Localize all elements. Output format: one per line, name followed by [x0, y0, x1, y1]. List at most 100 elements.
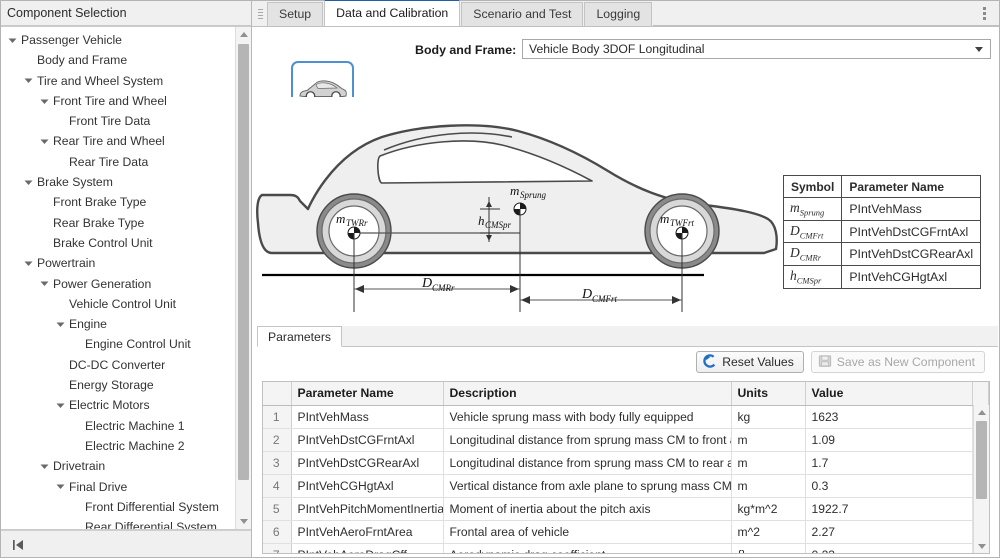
- tree-item-label: Rear Differential System: [83, 517, 217, 529]
- symbol-parameter-name-cell: PIntVehDstCGRearAxl: [842, 243, 981, 266]
- scroll-up-arrow-icon[interactable]: [236, 27, 251, 42]
- symbol-cell: DCMRr: [784, 243, 842, 266]
- column-header-value[interactable]: Value: [805, 382, 973, 405]
- column-header-units[interactable]: Units: [731, 382, 805, 405]
- column-header-description[interactable]: Description: [443, 382, 731, 405]
- tree-item-passenger-vehicle[interactable]: Passenger Vehicle: [0, 30, 235, 50]
- units-cell: m^2: [731, 520, 805, 543]
- chevron-down-icon[interactable]: [54, 482, 67, 491]
- tree-item-rear-brake-type[interactable]: Rear Brake Type: [0, 213, 235, 233]
- chevron-down-icon[interactable]: [22, 259, 35, 268]
- tree-item-final-drive[interactable]: Final Drive: [0, 477, 235, 497]
- tree-item-label: DC-DC Converter: [67, 355, 165, 375]
- table-row[interactable]: 1PIntVehMassVehicle sprung mass with bod…: [263, 405, 989, 428]
- component-selection-panel: Component Selection Passenger VehicleBod…: [0, 0, 252, 558]
- tree-item-electric-motors[interactable]: Electric Motors: [0, 395, 235, 415]
- grid-scroll-up-arrow-icon[interactable]: [974, 405, 989, 419]
- chevron-down-icon[interactable]: [54, 401, 67, 410]
- value-cell[interactable]: 1623: [805, 405, 973, 428]
- units-cell: kg*m^2: [731, 497, 805, 520]
- table-row[interactable]: 6PIntVehAeroFrntAreaFrontal area of vehi…: [263, 520, 989, 543]
- column-header-rownum[interactable]: [263, 382, 291, 405]
- scroll-down-arrow-icon[interactable]: [236, 514, 251, 529]
- tree-item-power-generation[interactable]: Power Generation: [0, 274, 235, 294]
- tree-vertical-scrollbar[interactable]: [235, 27, 251, 529]
- tree-item-label: Front Tire and Wheel: [51, 91, 167, 111]
- tree-scroll-thumb[interactable]: [238, 44, 249, 480]
- diagram-area: m Sprung m TWRr m TWFrt h CMSpr D CMRr D…: [252, 97, 1000, 319]
- parameters-grid-scrollbar[interactable]: [973, 405, 989, 553]
- grid-scroll-thumb[interactable]: [976, 421, 987, 499]
- table-row[interactable]: 5PIntVehPitchMomentInertiaMoment of iner…: [263, 497, 989, 520]
- save-as-new-component-button[interactable]: Save as New Component: [811, 351, 985, 373]
- tree-item-powertrain[interactable]: Powertrain: [0, 253, 235, 273]
- tree-item-front-tire-and-wheel[interactable]: Front Tire and Wheel: [0, 91, 235, 111]
- chevron-down-icon[interactable]: [38, 462, 51, 471]
- chevron-down-icon[interactable]: [38, 279, 51, 288]
- tab-data-and-calibration[interactable]: Data and Calibration: [324, 0, 460, 26]
- tree-item-brake-control-unit[interactable]: Brake Control Unit: [0, 233, 235, 253]
- reset-values-button[interactable]: Reset Values: [696, 351, 804, 373]
- tabbar-grip-icon[interactable]: [256, 4, 265, 24]
- tree-item-label: Power Generation: [51, 274, 151, 294]
- tree-item-label: Rear Tire Data: [67, 152, 148, 172]
- tree-item-front-brake-type[interactable]: Front Brake Type: [0, 192, 235, 212]
- row-number-cell: 6: [263, 520, 291, 543]
- grid-scroll-down-arrow-icon[interactable]: [974, 539, 989, 553]
- chevron-down-icon[interactable]: [38, 97, 51, 106]
- symbol-base: m: [790, 200, 800, 215]
- parameter-name-cell: PIntVehAeroFrntArea: [291, 520, 443, 543]
- tab-setup[interactable]: Setup: [267, 2, 323, 26]
- chevron-down-icon[interactable]: [38, 137, 51, 146]
- tree-item-front-tire-data[interactable]: Front Tire Data: [0, 111, 235, 131]
- chevron-down-icon[interactable]: [22, 76, 35, 85]
- value-cell[interactable]: 0.23: [805, 543, 973, 554]
- row-number-cell: 2: [263, 428, 291, 451]
- body-frame-select[interactable]: Vehicle Body 3DOF Longitudinal: [522, 39, 991, 59]
- svg-text:m: m: [660, 211, 669, 226]
- table-row[interactable]: 3PIntVehDstCGRearAxlLongitudinal distanc…: [263, 451, 989, 474]
- chevron-down-icon[interactable]: [6, 36, 19, 45]
- description-cell: Aerodynamic drag coefficient: [443, 543, 731, 554]
- tab-parameters[interactable]: Parameters: [257, 326, 342, 347]
- more-options-icon[interactable]: [977, 4, 991, 22]
- tree-item-electric-machine-2[interactable]: Electric Machine 2: [0, 436, 235, 456]
- tab-scenario-and-test[interactable]: Scenario and Test: [461, 2, 583, 26]
- value-cell[interactable]: 0.3: [805, 474, 973, 497]
- vehicle-free-body-diagram: m Sprung m TWRr m TWFrt h CMSpr D CMRr D…: [252, 97, 792, 319]
- tree-item-label: Tire and Wheel System: [35, 71, 163, 91]
- value-cell[interactable]: 1922.7: [805, 497, 973, 520]
- tree-item-electric-machine-1[interactable]: Electric Machine 1: [0, 416, 235, 436]
- chevron-down-icon[interactable]: [54, 320, 67, 329]
- table-row[interactable]: 2PIntVehDstCGFrntAxlLongitudinal distanc…: [263, 428, 989, 451]
- value-cell[interactable]: 2.27: [805, 520, 973, 543]
- tree-item-rear-differential-system[interactable]: Rear Differential System: [0, 517, 235, 529]
- tree-item-engine-control-unit[interactable]: Engine Control Unit: [0, 334, 235, 354]
- tree-item-engine[interactable]: Engine: [0, 314, 235, 334]
- tree-item-tire-and-wheel-system[interactable]: Tire and Wheel System: [0, 71, 235, 91]
- tree-item-body-and-frame[interactable]: Body and Frame: [0, 50, 235, 70]
- value-cell[interactable]: 1.7: [805, 451, 973, 474]
- table-row[interactable]: 4PIntVehCGHgtAxlVertical distance from a…: [263, 474, 989, 497]
- tree-item-brake-system[interactable]: Brake System: [0, 172, 235, 192]
- tree-item-front-differential-system[interactable]: Front Differential System: [0, 497, 235, 517]
- chevron-down-icon[interactable]: [22, 178, 35, 187]
- units-cell: kg: [731, 405, 805, 428]
- table-row[interactable]: 7PIntVehAeroDragCffAerodynamic drag coef…: [263, 543, 989, 554]
- tree-item-vehicle-control-unit[interactable]: Vehicle Control Unit: [0, 294, 235, 314]
- tree-item-energy-storage[interactable]: Energy Storage: [0, 375, 235, 395]
- column-header-parameter-name[interactable]: Parameter Name: [291, 382, 443, 405]
- tree-item-rear-tire-data[interactable]: Rear Tire Data: [0, 152, 235, 172]
- tab-logging[interactable]: Logging: [584, 2, 652, 26]
- main-content-panel: SetupData and CalibrationScenario and Te…: [252, 0, 1000, 558]
- tree-item-rear-tire-and-wheel[interactable]: Rear Tire and Wheel: [0, 131, 235, 151]
- description-cell: Moment of inertia about the pitch axis: [443, 497, 731, 520]
- component-tree[interactable]: Passenger VehicleBody and FrameTire and …: [0, 27, 235, 529]
- value-cell[interactable]: 1.09: [805, 428, 973, 451]
- tree-item-dc-dc-converter[interactable]: DC-DC Converter: [0, 355, 235, 375]
- tree-item-label: Engine: [67, 314, 107, 334]
- description-cell: Vertical distance from axle plane to spr…: [443, 474, 731, 497]
- collapse-panel-button[interactable]: [8, 536, 28, 554]
- tree-item-drivetrain[interactable]: Drivetrain: [0, 456, 235, 476]
- parameters-tabbar-filler: [342, 326, 998, 346]
